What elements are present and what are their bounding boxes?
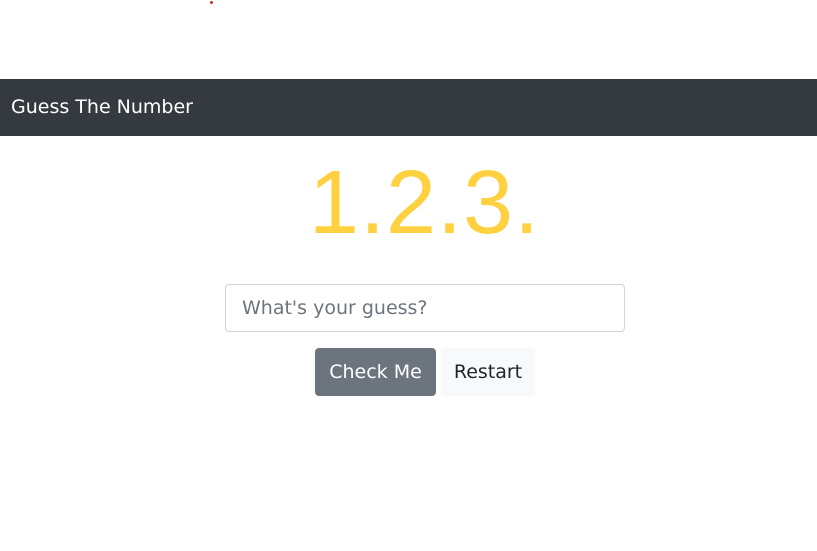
- navbar: Guess The Number: [0, 79, 817, 136]
- restart-button[interactable]: Restart: [441, 348, 535, 396]
- page: Guess The Number 1.2.3. Check Me Restart: [0, 0, 817, 551]
- number-display: 1.2.3.: [308, 153, 541, 253]
- check-me-button[interactable]: Check Me: [315, 348, 436, 396]
- navbar-brand[interactable]: Guess The Number: [11, 98, 193, 117]
- guess-input[interactable]: [225, 284, 625, 332]
- decorative-dot: [210, 1, 213, 4]
